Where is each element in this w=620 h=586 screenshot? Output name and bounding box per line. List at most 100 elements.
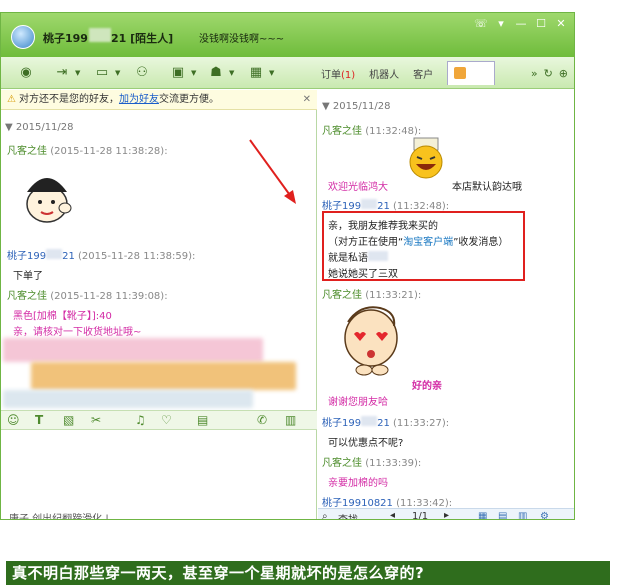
- search-button[interactable]: 查找: [338, 511, 358, 519]
- sender-name: 凡客之佳: [322, 126, 362, 137]
- message-time: (2015-11-28 11:39:08):: [50, 291, 168, 302]
- window-controls: ☏ ▾ — ☐ ✕: [474, 17, 568, 31]
- date-text: 2015/11/28: [15, 122, 74, 133]
- video-icon[interactable]: ▭: [91, 64, 113, 82]
- sender-name: 凡客之佳: [7, 146, 47, 157]
- add-user-icon[interactable]: ⚇: [131, 64, 153, 82]
- sender-name-tail: 21: [377, 418, 390, 429]
- message-sender: 桃子199 21 (11:33:27):: [322, 414, 449, 429]
- mosaic-block: [31, 362, 296, 390]
- heart-icon[interactable]: ♡: [161, 413, 172, 427]
- sticker-heart-eyes-baby: [344, 306, 398, 376]
- save-icon[interactable]: ▤: [197, 413, 208, 427]
- chat-window: 桃子199 21 [陌生人] 没钱啊没钱啊~~~ ☏ ▾ — ☐ ✕ ◉ ⇥ ▼…: [0, 12, 575, 520]
- message-sender: 桃子19910821 (11:33:42):: [322, 494, 452, 509]
- chevron-down-icon[interactable]: ▼: [115, 69, 120, 77]
- history-icon[interactable]: ▥: [285, 413, 296, 427]
- right-tab-tools: » ↻ ⊕: [531, 67, 568, 80]
- close-icon[interactable]: ✕: [554, 17, 568, 31]
- message-time: (2015-11-28 11:38:28):: [50, 146, 168, 157]
- message-text: 下单了: [13, 271, 43, 282]
- taobao-client-link[interactable]: 淘宝客户端: [403, 237, 453, 248]
- refresh-icon[interactable]: ↻: [544, 67, 553, 80]
- info-icon: ⚠: [7, 94, 16, 105]
- close-icon[interactable]: ✕: [303, 90, 311, 110]
- sender-name: 凡客之佳: [7, 291, 47, 302]
- quick-reply-icon[interactable]: ✆: [257, 413, 267, 427]
- chevron-down-icon[interactable]: ▼: [75, 69, 80, 77]
- left-chat-pane: ⚠ 对方还不是您的好友，加为好友交流更方便。 ✕ ▼ 2015/11/28 凡客之…: [1, 90, 317, 519]
- input-text[interactable]: 唐子 创出纪翻蹄滑化 |: [9, 510, 109, 519]
- message-sender: 桃子199 21 (2015-11-28 11:38:59):: [7, 247, 195, 262]
- font-icon[interactable]: T: [35, 413, 43, 427]
- message-text: 黑色[加棉【靴子】]:40: [13, 311, 112, 322]
- page-prev-icon[interactable]: ◂: [390, 510, 395, 519]
- phone-icon[interactable]: ☏: [474, 17, 488, 31]
- file-transfer-icon[interactable]: ⇥: [51, 64, 73, 82]
- image-icon[interactable]: ▧: [63, 413, 74, 427]
- tab-orders[interactable]: 订单(1): [321, 66, 355, 81]
- list-icon[interactable]: ▤: [498, 511, 507, 519]
- sender-name: 凡客之佳: [322, 290, 362, 301]
- settings-icon[interactable]: ⚙: [540, 511, 549, 519]
- input-toolbar: ☺ T ▧ ✂ ♫ ♡ ▤ ✆ ▥: [1, 410, 317, 430]
- tab-robot[interactable]: 机器人: [369, 66, 399, 81]
- chevron-down-icon[interactable]: ▼: [229, 69, 234, 77]
- message-text: 谢谢您朋友哈: [328, 397, 388, 408]
- date-header: ▼ 2015/11/28: [5, 122, 74, 133]
- message-text-part: 就是私语: [328, 253, 368, 264]
- message-sender: 凡客之佳 (11:33:21):: [322, 286, 421, 301]
- message-sender: 凡客之佳 (2015-11-28 11:39:08):: [7, 287, 168, 302]
- add-friend-link[interactable]: 加为好友: [119, 94, 159, 105]
- name-mosaic: [361, 416, 378, 426]
- contact-status: 21 [陌生人]: [111, 32, 174, 45]
- maximize-icon[interactable]: ☐: [534, 17, 548, 31]
- contact-signature: 没钱啊没钱啊~~~: [199, 34, 285, 45]
- remote-icon[interactable]: ☗: [205, 64, 227, 82]
- date-header: ▼ 2015/11/28: [322, 101, 391, 112]
- chevron-right-icon[interactable]: »: [531, 67, 538, 80]
- message-text: 本店默认韵达哦: [452, 182, 522, 193]
- mosaic-block: [3, 338, 263, 362]
- screen-share-icon[interactable]: ▣: [167, 64, 189, 82]
- message-sender: 桃子199 21 (11:32:48):: [322, 197, 449, 212]
- sender-name: 桃子199: [7, 251, 47, 262]
- title-bar: 桃子199 21 [陌生人] 没钱啊没钱啊~~~ ☏ ▾ — ☐ ✕: [1, 13, 574, 57]
- history-toolbar: ⌕ 查找 ◂ 1/1 ▸ ▦ ▤ ▥ ⚙: [318, 508, 574, 519]
- screenshot-icon[interactable]: ✂: [91, 413, 101, 427]
- tab-app-active[interactable]: [447, 61, 496, 85]
- sender-name-tail: 21: [62, 251, 75, 262]
- avatar[interactable]: [11, 25, 35, 49]
- sticker-laughing-face: [409, 137, 443, 179]
- app-icon: [454, 67, 467, 79]
- page-next-icon[interactable]: ▸: [444, 510, 449, 519]
- message-text: 亲，请核对一下收货地址哦~: [13, 327, 142, 338]
- calendar-icon[interactable]: ▦: [478, 511, 487, 519]
- emoji-icon[interactable]: ☺: [7, 413, 20, 427]
- name-mosaic: [368, 251, 388, 261]
- message-time: (11:33:39):: [365, 458, 422, 469]
- add-tab-icon[interactable]: ⊕: [559, 67, 568, 80]
- message-time: (11:33:21):: [365, 290, 422, 301]
- message-text: 就是私语: [328, 249, 388, 264]
- contact-name: 桃子199: [43, 32, 88, 45]
- mosaic-block: [3, 390, 253, 408]
- app-grid-icon[interactable]: ▦: [245, 64, 267, 82]
- chevron-down-icon[interactable]: ▼: [269, 69, 274, 77]
- settings-icon[interactable]: ▾: [494, 17, 508, 31]
- message-time: (2015-11-28 11:38:59):: [78, 251, 196, 262]
- tab-customer[interactable]: 客户: [413, 66, 433, 81]
- search-icon[interactable]: ⌕: [322, 511, 328, 519]
- voice-icon[interactable]: ◉: [15, 64, 37, 82]
- date-text: 2015/11/28: [332, 101, 391, 112]
- notice-text-after: 交流更方便。: [158, 94, 219, 105]
- message-text: 欢迎光临鸿大: [328, 182, 388, 193]
- shake-icon[interactable]: ♫: [135, 413, 146, 427]
- minimize-icon[interactable]: —: [514, 17, 528, 31]
- message-time: (11:33:27):: [393, 418, 450, 429]
- note-suffix: ”收发消息）: [453, 237, 509, 248]
- export-icon[interactable]: ▥: [518, 511, 527, 519]
- chevron-down-icon[interactable]: ▼: [191, 69, 196, 77]
- name-mosaic: [361, 199, 378, 209]
- sender-name: 凡客之佳: [322, 458, 362, 469]
